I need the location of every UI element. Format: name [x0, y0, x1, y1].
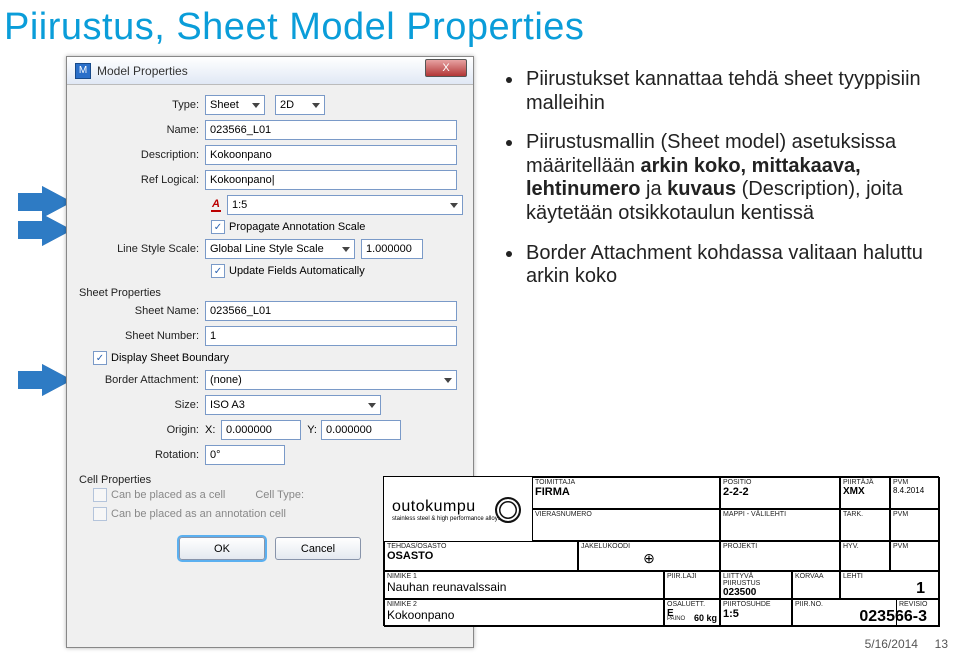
- pvm-value: 8.4.2014: [893, 486, 937, 495]
- origin-y-label: Y:: [301, 424, 321, 436]
- reflogical-input[interactable]: Kokoonpano|: [205, 170, 457, 190]
- display-boundary-checkbox[interactable]: ✓: [93, 351, 107, 365]
- lehti-h: LEHTI: [843, 573, 937, 580]
- revisio-h: REVISIO: [899, 601, 937, 608]
- titlebar: M Model Properties X: [67, 57, 473, 85]
- celltype-label: Cell Type:: [255, 489, 304, 501]
- jakelu-h: JAKELUKOODI: [581, 543, 717, 550]
- propagate-scale-checkbox[interactable]: ✓: [211, 220, 225, 234]
- piirtosuhde-h: PIIRTOSUHDE: [723, 601, 789, 608]
- placed-as-anno-checkbox: [93, 507, 107, 521]
- linestyle-select[interactable]: Global Line Style Scale: [205, 239, 355, 259]
- size-label: Size:: [77, 399, 205, 411]
- korvaa-h: KORVAA: [795, 573, 837, 580]
- linestyle-label: Line Style Scale:: [77, 243, 205, 255]
- firma-value: FIRMA: [535, 486, 717, 498]
- sheetnumber-input[interactable]: 1: [205, 326, 457, 346]
- drawing-title-block: outokumpu stainless steel & high perform…: [383, 476, 939, 626]
- border-select[interactable]: (none): [205, 370, 457, 390]
- display-boundary-label: Display Sheet Boundary: [111, 352, 229, 364]
- origin-label: Origin:: [77, 424, 205, 436]
- hyv-h: HYV.: [843, 543, 887, 550]
- nimike1-value: Nauhan reunavalssain: [387, 580, 661, 594]
- piirtaja-value: XMX: [843, 486, 887, 497]
- origin-y-input[interactable]: 0.000000: [321, 420, 401, 440]
- bullet-3: Border Attachment kohdassa valitaan halu…: [524, 242, 936, 289]
- description-label: Description:: [77, 149, 205, 161]
- app-icon: M: [75, 63, 91, 79]
- placed-as-cell-label: Can be placed as a cell: [111, 489, 225, 501]
- footer: 5/16/2014 13: [865, 637, 948, 651]
- outokumpu-logo: outokumpu stainless steel & high perform…: [386, 479, 531, 541]
- bullet-2: Piirustusmallin (Sheet model) asetuksiss…: [524, 131, 936, 225]
- dialog-title: Model Properties: [97, 64, 188, 78]
- positio-value: 2-2-2: [723, 486, 837, 498]
- sheetname-label: Sheet Name:: [77, 305, 205, 317]
- paino-value: 60 kg: [694, 613, 717, 623]
- placed-as-cell-checkbox: [93, 488, 107, 502]
- positio-h: POSITIO: [723, 479, 837, 486]
- update-fields-label: Update Fields Automatically: [229, 265, 365, 277]
- tark-h: TARK.: [843, 511, 887, 518]
- origin-x-label: X:: [205, 424, 221, 436]
- pvm2-h: PVM: [893, 511, 937, 518]
- name-label: Name:: [77, 124, 205, 136]
- footer-date: 5/16/2014: [865, 637, 918, 651]
- rotation-label: Rotation:: [77, 449, 205, 461]
- vierasnum-h: VIERASNUMERO: [535, 511, 717, 518]
- annoscale-select[interactable]: 1:5: [227, 195, 463, 215]
- size-select[interactable]: ISO A3: [205, 395, 381, 415]
- slide-title: Piirustus, Sheet Model Properties: [0, 0, 960, 57]
- placed-as-anno-label: Can be placed as an annotation cell: [111, 508, 286, 520]
- sheet-properties-header: Sheet Properties: [71, 283, 469, 301]
- liittyva-h: LIITTYVÄ PIIRUSTUS: [723, 573, 789, 587]
- nimike2-value: Kokoonpano: [387, 608, 661, 622]
- bullet-1: Piirustukset kannattaa tehdä sheet tyypp…: [524, 68, 936, 115]
- sheetname-input[interactable]: 023566_L01: [205, 301, 457, 321]
- sheetnumber-label: Sheet Number:: [77, 330, 205, 342]
- rotation-input[interactable]: 0°: [205, 445, 285, 465]
- reflogical-label: Ref Logical:: [77, 174, 205, 186]
- projekti-h: PROJEKTI: [723, 543, 837, 550]
- pvm3-h: PVM: [893, 543, 937, 550]
- type-label: Type:: [77, 99, 205, 111]
- logo-ring-icon: [495, 497, 521, 523]
- name-input[interactable]: 023566_L01: [205, 120, 457, 140]
- close-icon[interactable]: X: [425, 59, 467, 77]
- cancel-button[interactable]: Cancel: [275, 537, 361, 560]
- linestyle-number-input[interactable]: 1.000000: [361, 239, 423, 259]
- piirtosuhde-value: 1:5: [723, 608, 789, 620]
- liittyva-value: 023500: [723, 587, 789, 598]
- update-fields-checkbox[interactable]: ✓: [211, 264, 225, 278]
- nimike2-h: NIMIKE 2: [387, 601, 661, 608]
- dimension-select[interactable]: 2D: [275, 95, 325, 115]
- bullet-list: Piirustukset kannattaa tehdä sheet tyypp…: [524, 68, 936, 305]
- piirlaji-h: PIIR.LAJI: [667, 573, 717, 580]
- footer-page: 13: [935, 637, 948, 651]
- propagate-scale-label: Propagate Annotation Scale: [229, 221, 365, 233]
- annotation-scale-icon: A: [211, 198, 221, 212]
- border-label: Border Attachment:: [77, 374, 205, 386]
- pvm-h: PVM: [893, 479, 937, 486]
- origin-x-input[interactable]: 0.000000: [221, 420, 301, 440]
- type-select[interactable]: Sheet: [205, 95, 265, 115]
- osaluett-h: OSALUETT.: [667, 601, 717, 608]
- piirtaja-h: PIIRTÄJÄ: [843, 479, 887, 486]
- tehdas-h: TEHDAS/OSASTO: [387, 543, 575, 550]
- toimittaja-h: TOIMITTAJA: [535, 479, 717, 486]
- osasto-value: OSASTO: [387, 550, 575, 562]
- description-input[interactable]: Kokoonpano: [205, 145, 457, 165]
- nimike1-h: NIMIKE 1: [387, 573, 661, 580]
- lehti-value: 1: [843, 580, 937, 598]
- mappi-h: MAPPI - VÄLILEHTI: [723, 511, 837, 518]
- ok-button[interactable]: OK: [179, 537, 265, 560]
